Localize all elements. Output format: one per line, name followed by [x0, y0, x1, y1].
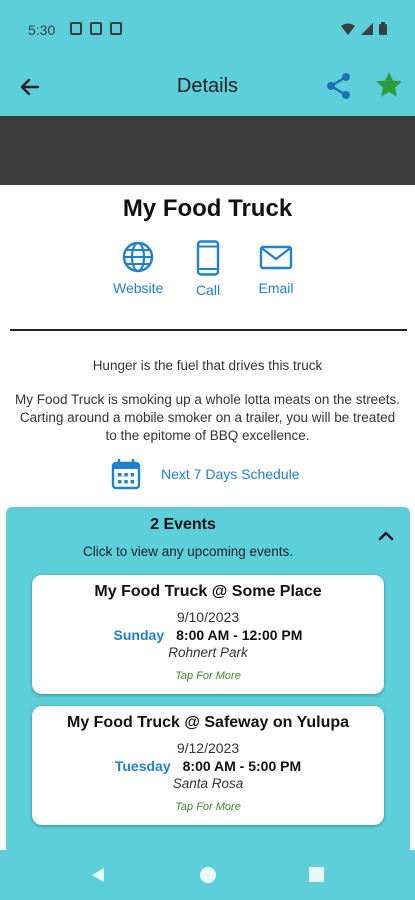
- website-label: Website: [113, 280, 164, 296]
- status-time: 5:30: [28, 22, 56, 38]
- event-location: Rohnert Park: [168, 645, 248, 660]
- chevron-up-icon[interactable]: [375, 525, 397, 547]
- calendar-icon: [111, 459, 141, 490]
- status-system-icons: [341, 22, 387, 35]
- battery-icon: [379, 22, 387, 35]
- schedule-label: Next 7 Days Schedule: [161, 466, 300, 482]
- event-more-hint: Tap For More: [175, 801, 241, 813]
- status-notification-icons: [70, 22, 122, 35]
- phone-icon: [196, 240, 220, 276]
- event-date: 9/10/2023: [176, 609, 240, 625]
- s-app-icon: [110, 22, 122, 35]
- events-panel: 2 Events Click to view any upcoming even…: [6, 507, 410, 850]
- divider: [10, 329, 407, 331]
- app-bar: Details: [0, 58, 415, 116]
- event-location: Santa Rosa: [172, 776, 244, 791]
- event-day: Tuesday: [114, 758, 171, 774]
- truck-description: My Food Truck is smoking up a whole lott…: [15, 392, 400, 443]
- event-more-hint: Tap For More: [175, 670, 241, 682]
- wifi-icon: [341, 23, 355, 35]
- event-title: My Food Truck @ Safeway on Yulupa: [66, 714, 350, 731]
- notification-icon: [70, 22, 82, 35]
- event-time: 8:00 AM - 5:00 PM: [182, 758, 302, 774]
- event-time: 8:00 AM - 12:00 PM: [176, 627, 303, 643]
- email-label: Email: [258, 280, 294, 296]
- schedule-link[interactable]: Next 7 Days Schedule: [111, 458, 300, 490]
- system-nav-bar: [0, 850, 415, 900]
- events-subtitle: Click to view any upcoming events.: [82, 544, 294, 559]
- banner-image: [0, 116, 415, 185]
- truck-name: My Food Truck: [122, 195, 293, 222]
- call-label: Call: [195, 282, 221, 298]
- email-button[interactable]: Email: [258, 240, 294, 296]
- globe-icon: [122, 241, 154, 273]
- event-card[interactable]: My Food Truck @ Safeway on Yulupa 9/12/2…: [32, 706, 384, 825]
- event-day-time: Sunday 8:00 AM - 12:00 PM: [32, 627, 384, 643]
- share-icon[interactable]: [324, 71, 354, 101]
- star-icon[interactable]: [374, 70, 404, 100]
- nav-back-icon[interactable]: [90, 867, 106, 883]
- nav-recents-icon[interactable]: [309, 867, 324, 882]
- event-title: My Food Truck @ Some Place: [94, 583, 322, 600]
- event-day-time: Tuesday 8:00 AM - 5:00 PM: [32, 758, 384, 774]
- sd-card-icon: [90, 22, 102, 35]
- event-date: 9/12/2023: [176, 740, 240, 756]
- signal-icon: [361, 22, 373, 35]
- event-card[interactable]: My Food Truck @ Some Place 9/10/2023 Sun…: [32, 575, 384, 694]
- status-bar: 5:30: [0, 0, 415, 58]
- website-button[interactable]: Website: [113, 240, 163, 296]
- nav-home-icon[interactable]: [200, 867, 216, 883]
- truck-tagline: Hunger is the fuel that drives this truc…: [92, 358, 323, 373]
- call-button[interactable]: Call: [195, 240, 221, 298]
- event-day: Sunday: [113, 627, 165, 643]
- mail-icon: [259, 245, 293, 270]
- events-count-title: 2 Events: [150, 516, 216, 533]
